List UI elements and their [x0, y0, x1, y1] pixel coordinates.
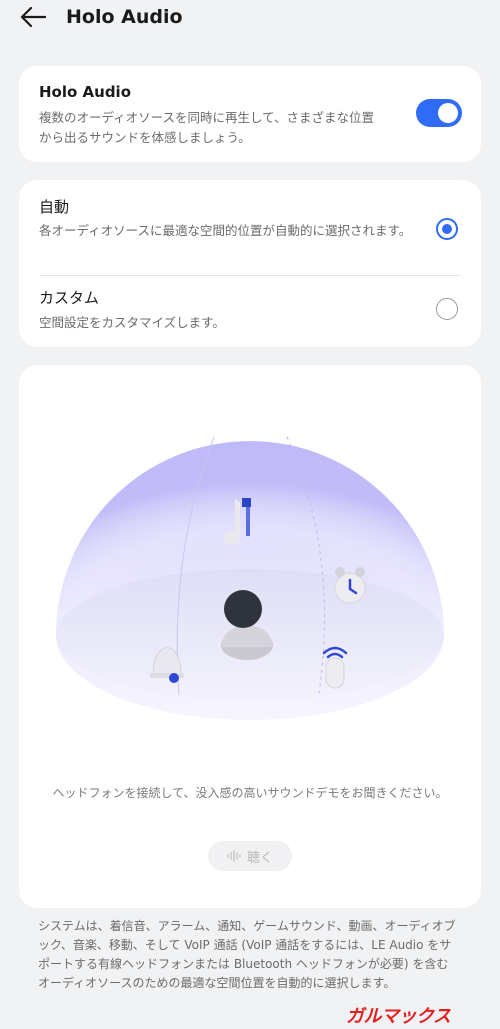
spatial-audio-illustration	[56, 436, 444, 720]
divider	[39, 275, 461, 276]
holo-audio-toggle[interactable]	[416, 99, 462, 127]
listen-button[interactable]: 聴く	[208, 841, 292, 871]
listen-label: 聴く	[246, 850, 273, 866]
toggle-knob	[438, 103, 458, 123]
custom-option-title: カスタム	[39, 289, 100, 307]
auto-radio[interactable]	[436, 218, 458, 240]
demo-card: ヘッドフォンを接続して、没入感の高いサウンドデモをお聞きください。 聴く	[19, 365, 481, 908]
demo-prompt: ヘッドフォンを接続して、没入感の高いサウンドデモをお聞きください。	[52, 786, 448, 800]
app-bar: Holo Audio	[0, 0, 500, 36]
arrow-left-icon	[20, 6, 47, 28]
holo-audio-title: Holo Audio	[39, 83, 131, 101]
back-button[interactable]	[18, 4, 48, 30]
page-title: Holo Audio	[66, 6, 183, 28]
footer-note: システムは、着信音、アラーム、通知、ゲームサウンド、動画、オーディオブック、音楽…	[38, 919, 456, 990]
custom-radio[interactable]	[436, 298, 458, 320]
watermark-logo: ガルマックス	[346, 1006, 451, 1027]
mode-selection-card: 自動 各オーディオソースに最適な空間的位置が自動的に選択されます。 カスタム 空…	[19, 180, 481, 347]
holo-audio-description: 複数のオーディオソースを同時に再生して、さまざまな位置から出るサウンドを体感しま…	[39, 110, 375, 145]
holo-audio-card: Holo Audio 複数のオーディオソースを同時に再生して、さまざまな位置から…	[19, 66, 481, 162]
custom-option-description: 空間設定をカスタマイズします。	[39, 315, 225, 330]
sound-wave-icon	[227, 850, 241, 862]
auto-option-title: 自動	[39, 198, 70, 216]
auto-option-description: 各オーディオソースに最適な空間的位置が自動的に選択されます。	[39, 223, 412, 238]
